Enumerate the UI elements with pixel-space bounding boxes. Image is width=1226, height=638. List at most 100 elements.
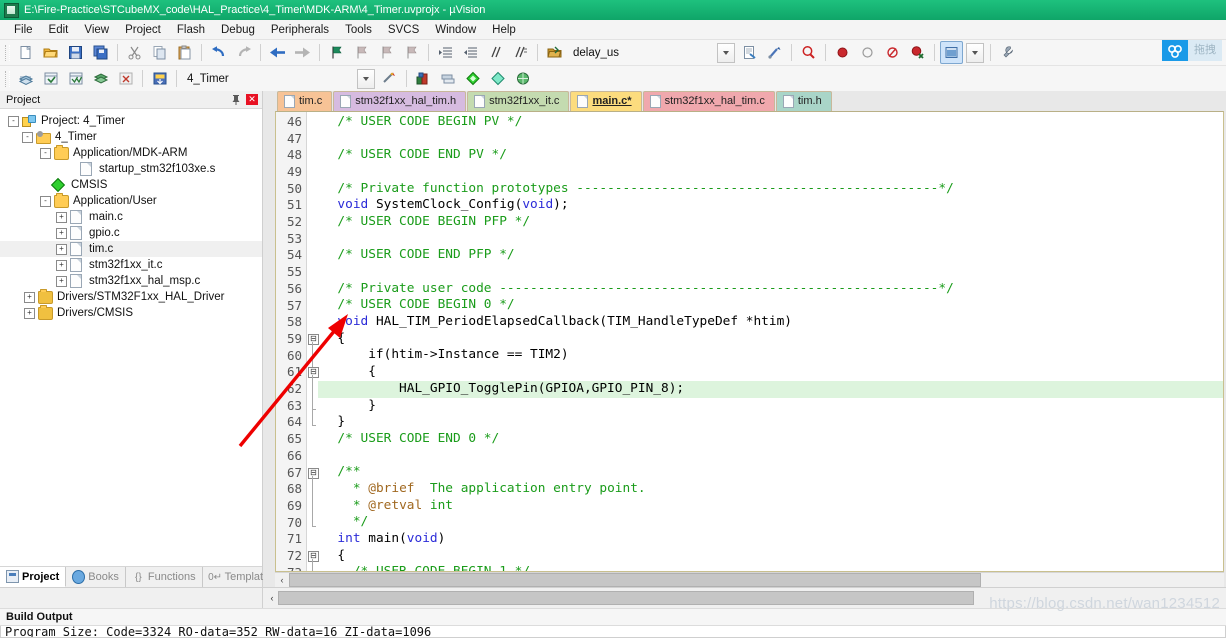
menu-item-view[interactable]: View — [76, 22, 117, 38]
manage-windows-icon[interactable] — [940, 41, 963, 64]
cut-icon[interactable] — [123, 41, 146, 64]
open-file-icon[interactable] — [39, 41, 62, 64]
bookmark-clear-icon[interactable] — [400, 41, 423, 64]
code-line[interactable] — [318, 231, 1223, 248]
code-line[interactable]: * @retval int — [318, 498, 1223, 515]
stop-build-icon[interactable] — [114, 67, 137, 90]
new-file-icon[interactable] — [14, 41, 37, 64]
copy-icon[interactable] — [148, 41, 171, 64]
bookmark-prev-icon[interactable] — [350, 41, 373, 64]
menu-item-debug[interactable]: Debug — [213, 22, 263, 38]
expander-toggle[interactable]: + — [56, 276, 67, 287]
packs-icon[interactable] — [437, 67, 460, 90]
scroll-left-icon[interactable]: ‹ — [266, 593, 278, 603]
code-line[interactable]: { — [318, 548, 1223, 565]
tree-item-main-c[interactable]: + main.c — [0, 209, 262, 225]
code-text-area[interactable]: /* USER CODE BEGIN PV */ /* USER CODE EN… — [318, 112, 1223, 571]
editor-tab-tim-h[interactable]: tim.h — [776, 91, 832, 111]
paste-icon[interactable] — [173, 41, 196, 64]
tab-books[interactable]: Books — [66, 567, 126, 587]
indent-icon[interactable] — [434, 41, 457, 64]
expander-toggle[interactable]: - — [40, 148, 51, 159]
code-line[interactable]: void HAL_TIM_PeriodElapsedCallback(TIM_H… — [318, 314, 1223, 331]
tree-item-target[interactable]: - 4_Timer — [0, 129, 262, 145]
menu-item-svcs[interactable]: SVCS — [380, 22, 427, 38]
editor-tab-tim-c[interactable]: tim.c — [277, 91, 332, 111]
toolbar-grip[interactable] — [5, 71, 10, 87]
code-line[interactable]: { — [318, 364, 1223, 381]
code-line[interactable]: /** — [318, 464, 1223, 481]
expander-toggle[interactable]: - — [8, 116, 19, 127]
toolbar-dropdown-button[interactable] — [717, 43, 735, 63]
menu-item-flash[interactable]: Flash — [169, 22, 213, 38]
components-icon[interactable] — [412, 67, 435, 90]
manage-windows-dropdown[interactable] — [966, 43, 984, 63]
tab-project[interactable]: Project — [0, 567, 66, 587]
expander-toggle[interactable]: + — [56, 212, 67, 223]
toolbar-grip[interactable] — [5, 45, 10, 61]
editor-tab-stm32f1xx-hal-tim-h[interactable]: stm32f1xx_hal_tim.h — [333, 91, 466, 111]
code-line[interactable]: /* USER CODE END PFP */ — [318, 247, 1223, 264]
save-icon[interactable] — [64, 41, 87, 64]
code-line[interactable]: /* USER CODE BEGIN 1 */ — [318, 564, 1223, 571]
tree-item-startup-file[interactable]: startup_stm32f103xe.s — [0, 161, 262, 177]
target-options-icon[interactable] — [378, 67, 401, 90]
code-line[interactable] — [318, 164, 1223, 181]
bookmark-next-icon[interactable] — [375, 41, 398, 64]
pin-icon[interactable] — [229, 93, 243, 107]
code-line[interactable]: { — [318, 331, 1223, 348]
target-select-dropdown[interactable] — [357, 69, 375, 89]
breakpoint-insert-icon[interactable] — [831, 41, 854, 64]
save-all-icon[interactable] — [89, 41, 112, 64]
breakpoint-disable-icon[interactable] — [856, 41, 879, 64]
uncomment-icon[interactable] — [509, 41, 532, 64]
breakpoint-disable-all-icon[interactable] — [881, 41, 904, 64]
scrollbar-thumb[interactable] — [289, 573, 981, 587]
tree-item-gpio-c[interactable]: + gpio.c — [0, 225, 262, 241]
tree-item-application-user[interactable]: - Application/User — [0, 193, 262, 209]
breakpoint-kill-all-icon[interactable] — [906, 41, 929, 64]
expander-toggle[interactable]: + — [56, 260, 67, 271]
code-line[interactable]: */ — [318, 514, 1223, 531]
tree-item-application-mdk-arm[interactable]: - Application/MDK-ARM — [0, 145, 262, 161]
configure-icon[interactable] — [996, 41, 1019, 64]
redo-icon[interactable] — [232, 41, 255, 64]
menu-item-window[interactable]: Window — [427, 22, 484, 38]
code-editor[interactable]: 4647484950515253545556575859606162636465… — [275, 111, 1224, 572]
find-in-files-icon[interactable] — [797, 41, 820, 64]
build-icon[interactable] — [39, 67, 62, 90]
drag-badge[interactable]: 拖拽 — [1162, 40, 1222, 61]
menu-item-help[interactable]: Help — [484, 22, 524, 38]
editor-tab-stm32f1xx-it-c[interactable]: stm32f1xx_it.c — [467, 91, 569, 111]
tab-functions[interactable]: {} Functions — [126, 567, 203, 587]
navigate-forward-icon[interactable] — [291, 41, 314, 64]
batch-build-icon[interactable] — [89, 67, 112, 90]
code-line[interactable] — [318, 448, 1223, 465]
editor-horizontal-scrollbar[interactable]: ‹ — [275, 572, 1224, 587]
tree-item-drivers-cmsis[interactable]: + Drivers/CMSIS — [0, 305, 262, 321]
scroll-left-icon[interactable]: ‹ — [275, 575, 289, 585]
code-line[interactable]: } — [318, 414, 1223, 431]
rebuild-icon[interactable] — [763, 41, 786, 64]
tree-item-tim-c[interactable]: + tim.c — [0, 241, 262, 257]
undo-icon[interactable] — [207, 41, 230, 64]
code-line[interactable]: * @brief The application entry point. — [318, 481, 1223, 498]
code-line[interactable]: /* USER CODE BEGIN 0 */ — [318, 297, 1223, 314]
code-line[interactable] — [318, 264, 1223, 281]
expander-toggle[interactable]: + — [24, 308, 35, 319]
code-line[interactable]: HAL_GPIO_TogglePin(GPIOA,GPIO_PIN_8); — [318, 381, 1223, 398]
code-line[interactable]: /* Private function prototypes ---------… — [318, 181, 1223, 198]
code-line[interactable] — [318, 131, 1223, 148]
menu-item-project[interactable]: Project — [117, 22, 169, 38]
expander-toggle[interactable]: + — [56, 244, 67, 255]
bookmark-toggle-icon[interactable] — [325, 41, 348, 64]
code-line[interactable]: /* USER CODE BEGIN PV */ — [318, 114, 1223, 131]
menu-item-peripherals[interactable]: Peripherals — [263, 22, 337, 38]
expander-toggle[interactable]: - — [40, 196, 51, 207]
tree-item-stm32f1xx-hal-msp-c[interactable]: + stm32f1xx_hal_msp.c — [0, 273, 262, 289]
editor-tab-main-c[interactable]: main.c* — [570, 91, 641, 111]
menu-item-file[interactable]: File — [6, 22, 41, 38]
cmsis-config-icon[interactable] — [512, 67, 535, 90]
manage-run-time-icon[interactable] — [462, 67, 485, 90]
tree-item-drivers-hal[interactable]: + Drivers/STM32F1xx_HAL_Driver — [0, 289, 262, 305]
